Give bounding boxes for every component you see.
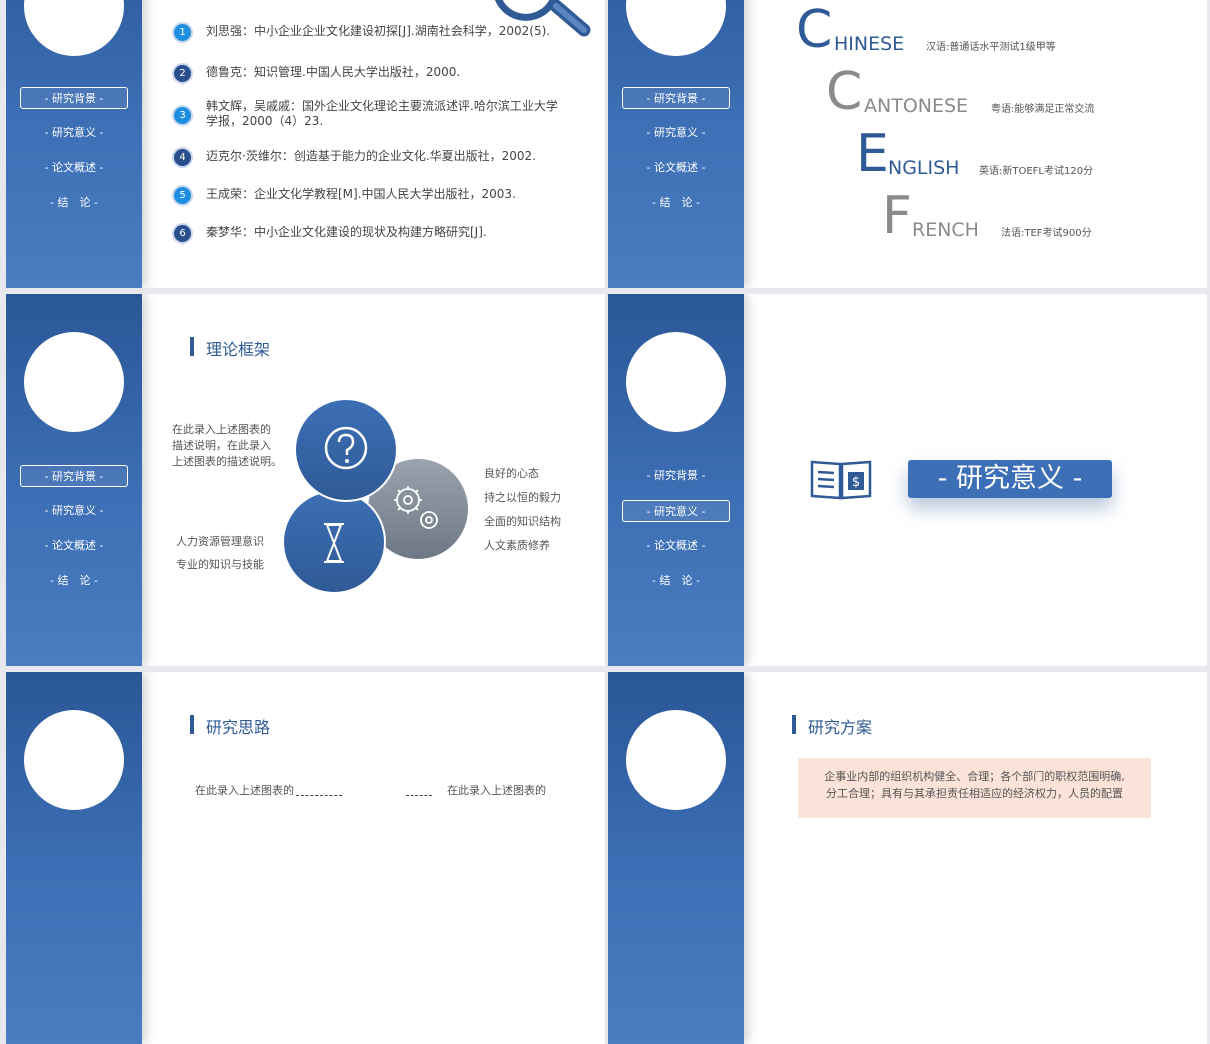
number-badge: 5 <box>174 187 191 204</box>
section-title: 理论框架 <box>189 336 270 360</box>
nav-item-research-significance[interactable]: - 研究意义 - <box>622 122 730 144</box>
language-name: ANTONESE <box>864 95 969 117</box>
number-badge: 2 <box>174 65 191 82</box>
section-title: 研究思路 <box>189 714 270 738</box>
avatar-circle <box>626 0 726 56</box>
number-badge: 6 <box>174 225 191 242</box>
nav-item-research-significance[interactable]: - 研究意义 - <box>20 500 128 522</box>
sidebar: - 研究背景 - - 研究意义 - - 论文概述 - - 结 论 - <box>608 294 744 666</box>
avatar-circle <box>24 332 124 432</box>
language-desc: 英语:新TOEFL考试120分 <box>979 166 1094 177</box>
right-items: 良好的心态 持之以恒的毅力 全面的知识结构 人文素质修养 <box>484 467 561 552</box>
nav-item-research-significance[interactable]: - 研究意义 - <box>622 500 730 522</box>
language-name: RENCH <box>912 219 979 241</box>
sidebar <box>608 672 744 1044</box>
plan-text-box: 企事业内部的组织机构健全、合理；各个部门的职权范围明确, 分工合理；具有与其承担… <box>798 758 1151 818</box>
sidebar: - 研究背景 - - 研究意义 - - 论文概述 - - 结 论 - <box>608 0 744 288</box>
nav-item-research-background[interactable]: - 研究背景 - <box>622 465 730 487</box>
language-initial: E <box>856 124 889 184</box>
description-text-right: 在此录入上述图表的 <box>447 784 546 797</box>
nav-item-thesis-overview[interactable]: - 论文概述 - <box>622 157 730 179</box>
language-desc: 汉语:普通话水平测试1级甲等 <box>926 42 1056 53</box>
description-text: 在此录入上述图表的 描述说明，在此录入 上述图表的描述说明。 <box>172 423 282 468</box>
number-badge: 1 <box>174 24 191 41</box>
number-badge: 4 <box>174 149 191 166</box>
avatar-circle <box>626 710 726 810</box>
number-badge: 3 <box>174 107 191 124</box>
sidebar <box>6 672 142 1044</box>
nav-item-thesis-overview[interactable]: - 论文概述 - <box>20 157 128 179</box>
nav-item-research-background[interactable]: - 研究背景 - <box>20 465 128 487</box>
magnifier-icon <box>494 0 591 37</box>
slide-research-plan[interactable]: 研究方案 企事业内部的组织机构健全、合理；各个部门的职权范围明确, 分工合理；具… <box>608 672 1207 1044</box>
language-initial: C <box>796 0 833 60</box>
language-desc: 法语:TEF考试900分 <box>1001 228 1092 239</box>
language-initial: C <box>826 62 863 122</box>
venn-diagram <box>282 398 470 594</box>
nav-item-research-background[interactable]: - 研究背景 - <box>20 87 128 109</box>
avatar-circle <box>626 332 726 432</box>
nav-item-conclusion[interactable]: - 结 论 - <box>622 192 730 214</box>
section-title: 研究方案 <box>791 714 872 738</box>
slide-languages[interactable]: - 研究背景 - - 研究意义 - - 论文概述 - - 结 论 - C HIN… <box>608 0 1207 288</box>
nav-item-conclusion[interactable]: - 结 论 - <box>20 570 128 592</box>
slide-research-significance[interactable]: - 研究背景 - - 研究意义 - - 论文概述 - - 结 论 - $ - 研… <box>608 294 1207 666</box>
avatar-circle <box>24 0 124 56</box>
nav-item-research-background[interactable]: - 研究背景 - <box>622 87 730 109</box>
nav-item-thesis-overview[interactable]: - 论文概述 - <box>20 535 128 557</box>
nav-item-thesis-overview[interactable]: - 论文概述 - <box>622 535 730 557</box>
language-desc: 粤语:能够满足正常交流 <box>991 104 1095 115</box>
left-items: 人力资源管理意识 专业的知识与技能 <box>176 535 264 571</box>
slide-research-idea[interactable]: 研究思路 在此录入上述图表的 在此录入上述图表的 <box>6 672 605 1044</box>
language-name: HINESE <box>834 33 905 55</box>
slide-references[interactable]: - 研究背景 - - 研究意义 - - 论文概述 - - 结 论 - 1 刘思强：… <box>6 0 605 288</box>
sidebar: - 研究背景 - - 研究意义 - - 论文概述 - - 结 论 - <box>6 0 142 288</box>
significance-title-banner: - 研究意义 - <box>908 460 1112 498</box>
description-text-left: 在此录入上述图表的 <box>195 784 294 797</box>
language-name: NGLISH <box>888 157 960 179</box>
nav-item-research-significance[interactable]: - 研究意义 - <box>20 122 128 144</box>
svg-text:$: $ <box>852 475 860 490</box>
nav-item-conclusion[interactable]: - 结 论 - <box>622 570 730 592</box>
nav-item-conclusion[interactable]: - 结 论 - <box>20 192 128 214</box>
book-dollar-icon: $ <box>810 460 872 500</box>
language-initial: F <box>882 186 912 246</box>
avatar-circle <box>24 710 124 810</box>
slide-theory-framework[interactable]: - 研究背景 - - 研究意义 - - 论文概述 - - 结 论 - 理论框架 … <box>6 294 605 666</box>
sidebar: - 研究背景 - - 研究意义 - - 论文概述 - - 结 论 - <box>6 294 142 666</box>
